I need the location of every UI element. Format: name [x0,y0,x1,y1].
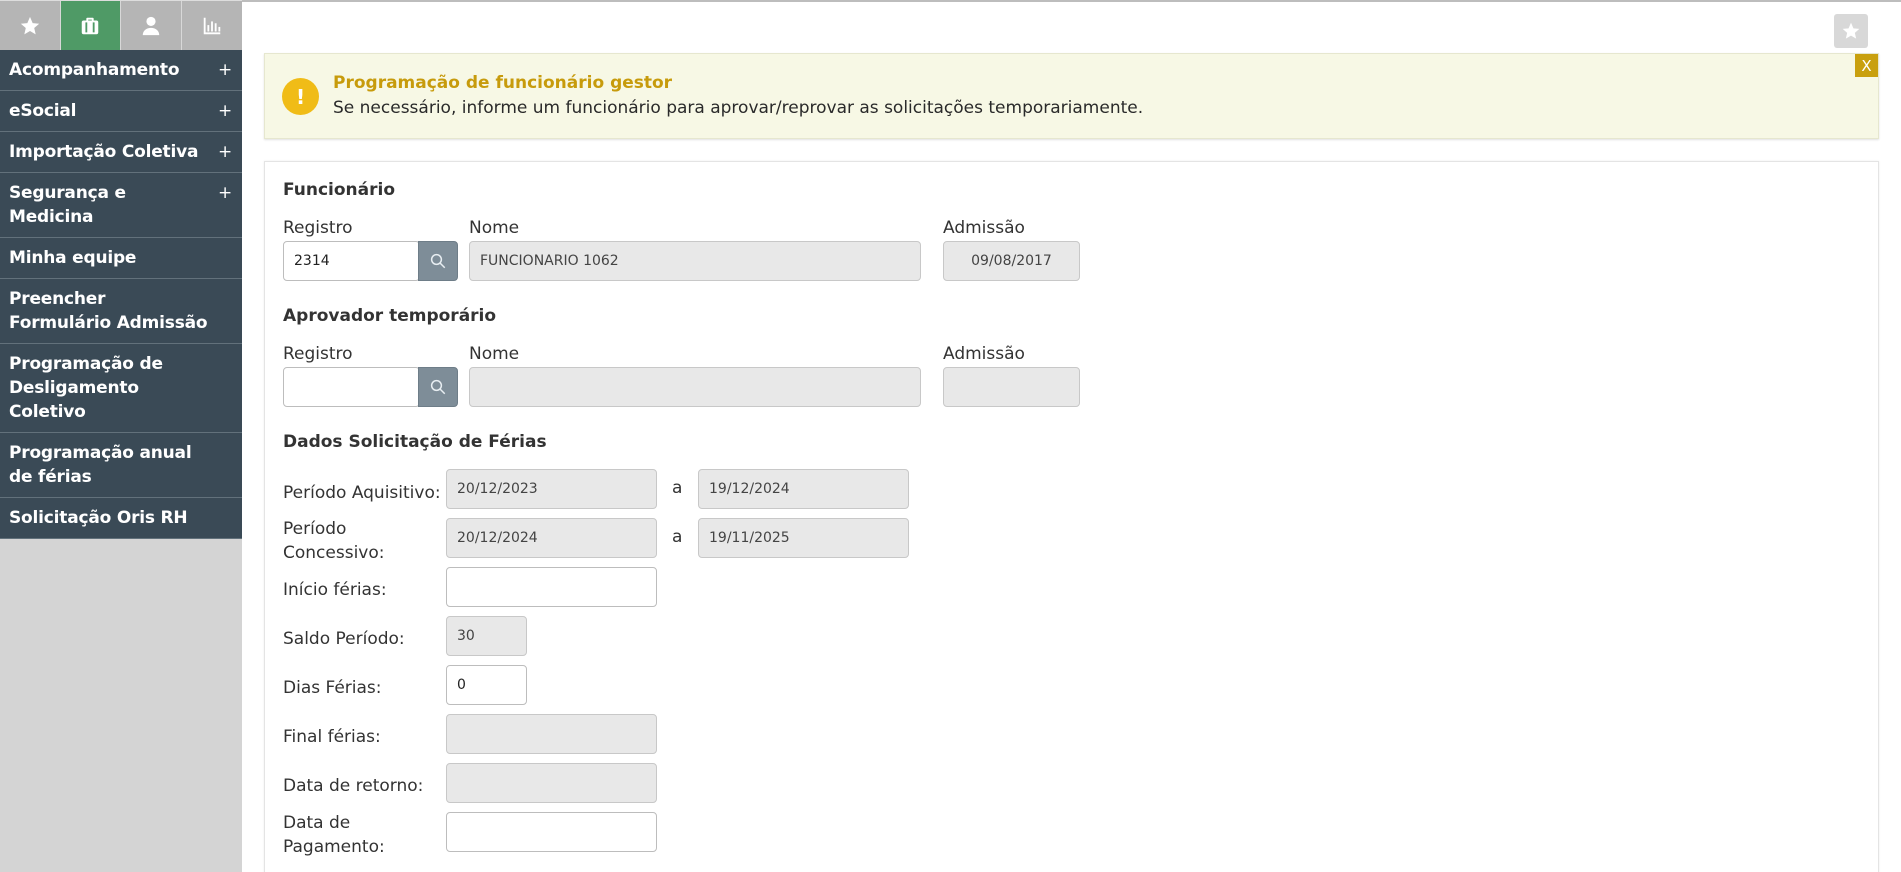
aprovador-admissao-field [943,367,1080,407]
sidebar-item-label: Programação anual de férias [9,443,192,487]
info-alert: ! Programação de funcionário gestor Se n… [264,53,1879,139]
sidebar-item-programacao-ferias[interactable]: Programação anual de férias [0,433,242,498]
section-aprovador-title: Aprovador temporário [283,306,497,326]
concessivo-fim-field [698,518,909,558]
sidebar-item-label: Minha equipe [9,248,137,268]
search-icon [430,253,446,269]
expand-icon: + [217,60,232,80]
section-ferias-title: Dados Solicitação de Férias [283,432,547,452]
search-icon [430,379,446,395]
sidebar-item-label: Preencher Formulário Admissão [9,289,208,333]
nome-label: Nome [469,344,520,364]
warning-icon: ! [282,78,319,115]
section-funcionario-title: Funcionário [283,180,396,200]
star-icon [1842,22,1860,39]
user-icon [142,16,159,36]
top-border [242,0,1901,2]
tab-hr[interactable] [60,1,121,51]
aprovador-registro-input[interactable] [283,367,420,407]
data-retorno-label: Data de retorno: [283,776,424,796]
alert-close-button[interactable]: X [1855,54,1878,77]
briefcase-icon [82,17,99,35]
sidebar-item-label: Programação de Desligamento Coletivo [9,354,163,422]
sidebar-item-importacao-coletiva[interactable]: Importação Coletiva + [0,132,242,173]
star-icon [20,16,39,35]
dias-ferias-input[interactable] [446,665,527,705]
sidebar: Acompanhamento + eSocial + Importação Cole… [0,0,242,872]
alert-title: Programação de funcionário gestor [333,73,673,93]
sidebar-item-label: Solicitação Oris RH [9,508,188,528]
final-ferias-label: Final férias: [283,727,381,747]
expand-icon: + [217,101,232,121]
aprovador-nome-field [469,367,921,407]
dias-ferias-label: Dias Férias: [283,678,382,698]
sidebar-item-seguranca-medicina[interactable]: Segurança e Medicina + [0,173,242,238]
inicio-ferias-label: Início férias: [283,580,387,600]
funcionario-nome-field [469,241,921,281]
data-pagamento-label-line2: Pagamento: [283,837,385,857]
tab-reports[interactable] [181,1,242,51]
inicio-ferias-input[interactable] [446,567,657,607]
sidebar-tabs [0,0,242,51]
sidebar-item-label: Segurança e Medicina [9,183,126,227]
tab-favorites[interactable] [0,1,61,51]
data-retorno-field [446,763,657,803]
bar-chart-icon [203,17,220,35]
expand-icon: + [217,183,232,203]
aquisitivo-inicio-field [446,469,657,509]
sidebar-item-minha-equipe[interactable]: Minha equipe [0,238,242,279]
saldo-periodo-label: Saldo Período: [283,629,405,649]
concessivo-inicio-field [446,518,657,558]
sidebar-item-esocial[interactable]: eSocial + [0,91,242,132]
final-ferias-field [446,714,657,754]
registro-label: Registro [283,218,353,238]
periodo-aquisitivo-label: Período Aquisitivo: [283,483,441,503]
date-range-separator: a [672,478,683,498]
periodo-concessivo-label-line2: Concessivo: [283,543,385,563]
sidebar-item-preencher-formulario[interactable]: Preencher Formulário Admissão [0,279,242,344]
data-pagamento-label-line1: Data de [283,813,351,833]
funcionario-admissao-field [943,241,1080,281]
sidebar-item-desligamento-coletivo[interactable]: Programação de Desligamento Coletivo [0,344,242,433]
tab-user[interactable] [121,1,182,51]
alert-message: Se necessário, informe um funcionário pa… [333,98,1144,118]
add-favorite-button[interactable] [1834,14,1868,48]
funcionario-search-button[interactable] [418,241,458,281]
registro-label: Registro [283,344,353,364]
sidebar-menu: Acompanhamento + eSocial + Importação Cole… [0,50,242,539]
admissao-label: Admissão [943,218,1025,238]
aquisitivo-fim-field [698,469,909,509]
expand-icon: + [217,142,232,162]
aprovador-search-button[interactable] [418,367,458,407]
sidebar-item-acompanhamento[interactable]: Acompanhamento + [0,50,242,91]
date-range-separator: a [672,527,683,547]
admissao-label: Admissão [943,344,1025,364]
saldo-periodo-field [446,616,527,656]
data-pagamento-input[interactable] [446,812,657,852]
funcionario-registro-input[interactable] [283,241,420,281]
periodo-concessivo-label-line1: Período [283,519,347,539]
nome-label: Nome [469,218,520,238]
sidebar-item-label: Importação Coletiva [9,142,199,162]
sidebar-item-label: eSocial [9,101,77,121]
sidebar-item-label: Acompanhamento [9,60,180,80]
sidebar-item-solicitacao-oris[interactable]: Solicitação Oris RH [0,498,242,539]
form-panel: Funcionário Registro Nome Admissão Aprov… [264,161,1879,872]
